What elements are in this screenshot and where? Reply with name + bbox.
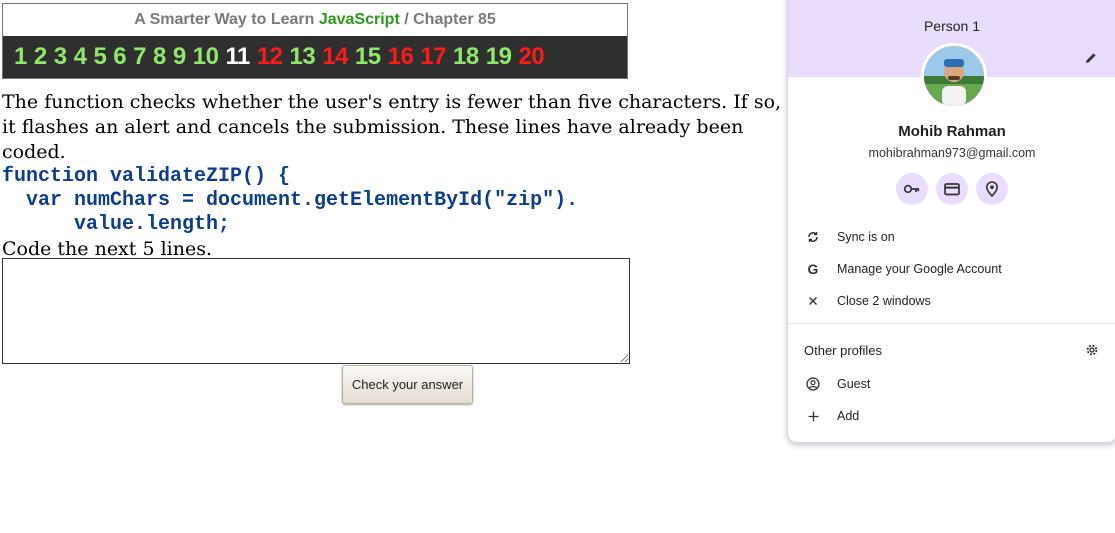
- other-profiles-header: Other profiles: [804, 342, 1100, 358]
- other-profiles-list: Guest Add: [788, 368, 1115, 432]
- profile-header-label: Person 1: [923, 18, 981, 34]
- menu-manage-account-label: Manage your Google Account: [837, 262, 1002, 276]
- exercise-link-5[interactable]: 5: [93, 43, 106, 71]
- exercise-link-14[interactable]: 14: [322, 43, 348, 71]
- exercise-link-15[interactable]: 15: [355, 43, 381, 71]
- menu-close-windows-label: Close 2 windows: [837, 294, 931, 308]
- menu-manage-google-account[interactable]: G Manage your Google Account: [788, 253, 1115, 285]
- profile-panel: Person 1 Mohib Rahman mohibrahman973@gma…: [787, 0, 1115, 443]
- course-title-prefix: A Smarter Way to Learn: [134, 11, 319, 28]
- divider: [788, 323, 1115, 324]
- code-line-2: var numChars = document.getElementById("…: [2, 189, 579, 212]
- key-icon: [903, 184, 920, 194]
- passwords-button[interactable]: [896, 173, 928, 205]
- pencil-icon: [1086, 53, 1096, 63]
- instructions: The function checks whether the user's e…: [2, 90, 792, 262]
- other-profiles-label: Other profiles: [804, 342, 883, 358]
- guest-profile-item[interactable]: Guest: [788, 368, 1115, 400]
- exercise-link-4[interactable]: 4: [74, 43, 87, 71]
- close-icon: [806, 294, 820, 308]
- manage-profiles-button[interactable]: [1084, 342, 1100, 358]
- course-title-chapter: Chapter 85: [413, 11, 496, 28]
- instructions-text: The function checks whether the user's e…: [2, 91, 782, 163]
- plus-icon: [806, 409, 820, 423]
- exercise-number-strip: 1 2 3 4 5 6 7 8 9 10 11 12 13 14 15 16 17 18 19 20: [3, 36, 627, 78]
- exercise-link-18[interactable]: 18: [453, 43, 479, 71]
- code-line-3: value.length;: [2, 213, 231, 236]
- exercise-link-16[interactable]: 16: [388, 43, 414, 71]
- payment-methods-button[interactable]: [936, 173, 968, 205]
- exercise-link-13[interactable]: 13: [290, 43, 316, 71]
- exercise-link-19[interactable]: 19: [486, 43, 512, 71]
- answer-textarea[interactable]: [2, 258, 630, 364]
- exercise-link-11[interactable]: 11: [225, 43, 250, 71]
- add-label: Add: [837, 409, 860, 423]
- guest-label: Guest: [837, 377, 871, 391]
- edit-profile-button[interactable]: [1080, 47, 1102, 69]
- menu-sync-label: Sync is on: [837, 230, 895, 244]
- profile-menu: Sync is on G Manage your Google Account …: [788, 221, 1115, 317]
- exercise-link-3[interactable]: 3: [54, 43, 67, 71]
- exercise-link-10[interactable]: 10: [193, 43, 219, 71]
- menu-close-windows[interactable]: Close 2 windows: [788, 285, 1115, 317]
- location-pin-icon: [985, 181, 999, 198]
- exercise-link-7[interactable]: 7: [133, 43, 146, 71]
- course-title-separator: /: [399, 11, 414, 28]
- exercise-link-8[interactable]: 8: [153, 43, 166, 71]
- exercise-link-12[interactable]: 12: [257, 43, 283, 71]
- gear-icon: [1086, 344, 1098, 356]
- credit-card-icon: [944, 183, 960, 196]
- course-header: A Smarter Way to Learn JavaScript / Chap…: [2, 3, 628, 79]
- exercise-link-17[interactable]: 17: [420, 43, 446, 71]
- avatar-photo: [924, 46, 984, 106]
- google-g-icon: G: [807, 261, 819, 277]
- exercise-link-2[interactable]: 2: [34, 43, 47, 71]
- check-answer-button[interactable]: Check your answer: [342, 365, 473, 404]
- sync-icon: [806, 230, 820, 244]
- user-name: Mohib Rahman: [898, 123, 1006, 140]
- course-title: A Smarter Way to Learn JavaScript / Chap…: [3, 4, 627, 36]
- account-circle-icon: [806, 377, 820, 391]
- exercise-link-1[interactable]: 1: [14, 43, 27, 71]
- user-email: mohibrahman973@gmail.com: [868, 146, 1036, 160]
- course-title-brand: JavaScript: [318, 11, 400, 28]
- addresses-button[interactable]: [976, 173, 1008, 205]
- exercise-link-20[interactable]: 20: [518, 43, 544, 71]
- add-profile-item[interactable]: Add: [788, 400, 1115, 432]
- quick-actions: [788, 173, 1115, 205]
- exercise-link-6[interactable]: 6: [113, 43, 126, 71]
- code-line-1: function validateZIP() {: [2, 165, 291, 188]
- avatar: [921, 43, 987, 109]
- exercise-link-9[interactable]: 9: [173, 43, 186, 71]
- menu-sync[interactable]: Sync is on: [788, 221, 1115, 253]
